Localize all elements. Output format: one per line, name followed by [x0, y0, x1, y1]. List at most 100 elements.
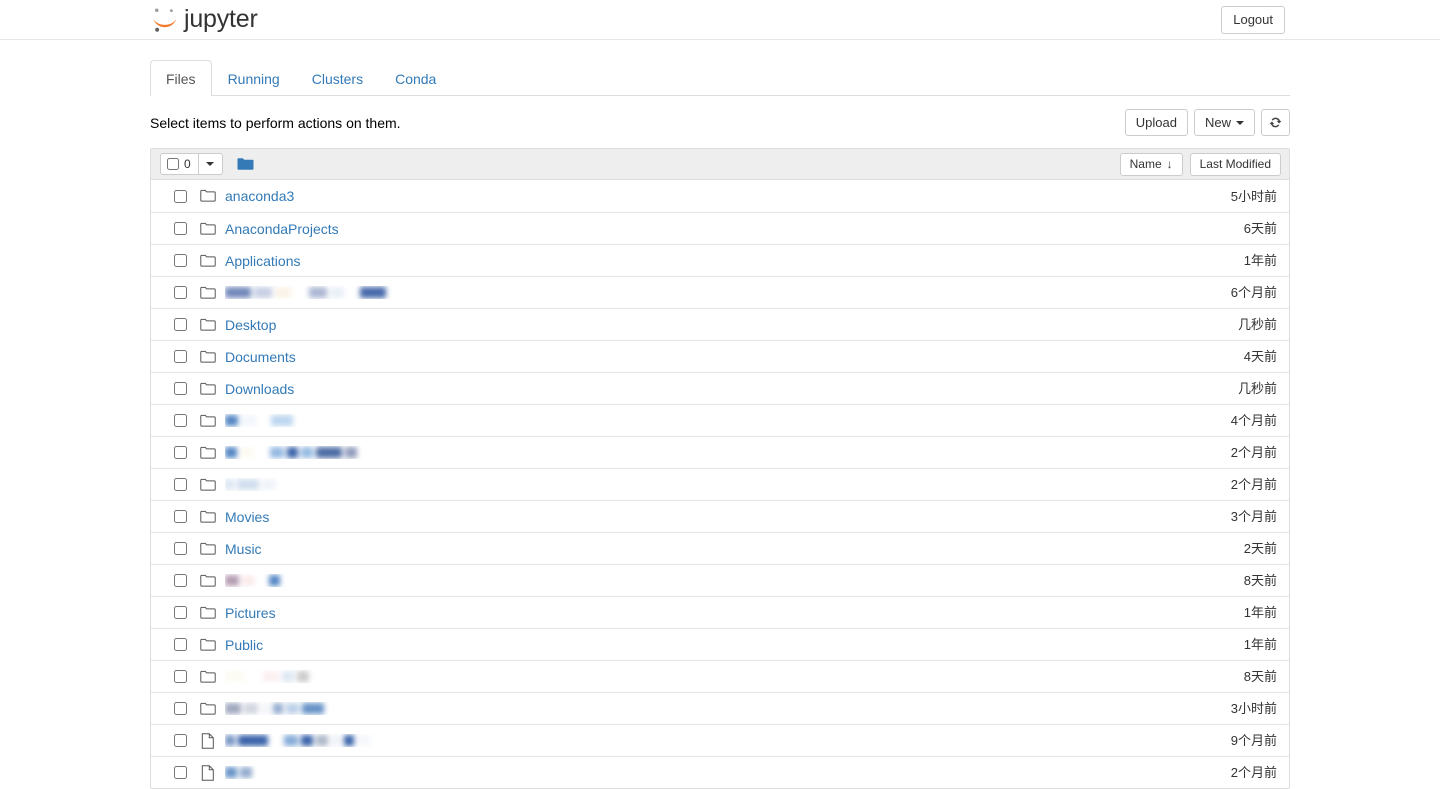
- row-checkbox[interactable]: [174, 189, 187, 203]
- table-row[interactable]: Documents 4天前: [151, 340, 1289, 372]
- page-container: Files Running Clusters Conda Select items t…: [150, 40, 1290, 789]
- item-name-redacted[interactable]: [225, 414, 1231, 427]
- row-checkbox[interactable]: [174, 670, 187, 683]
- item-name-link[interactable]: Music: [225, 540, 1244, 558]
- table-row[interactable]: AnacondaProjects 6天前: [151, 212, 1289, 244]
- table-row[interactable]: 8天前: [151, 564, 1289, 596]
- table-row[interactable]: Desktop 几秒前: [151, 308, 1289, 340]
- folder-icon: [200, 221, 216, 237]
- table-row[interactable]: anaconda3 5小时前: [151, 180, 1289, 212]
- table-row[interactable]: Public 1年前: [151, 628, 1289, 660]
- row-checkbox[interactable]: [174, 222, 187, 235]
- item-name-link[interactable]: Movies: [225, 508, 1231, 526]
- item-name-redacted[interactable]: [225, 702, 1231, 715]
- tab-clusters[interactable]: Clusters: [296, 60, 379, 96]
- row-checkbox[interactable]: [174, 734, 187, 747]
- item-modified-time: 2天前: [1243, 541, 1277, 556]
- item-name-redacted[interactable]: [225, 734, 1231, 747]
- row-checkbox[interactable]: [174, 510, 187, 523]
- folder-icon: [200, 541, 216, 557]
- sort-by-name-button[interactable]: Name ↓: [1119, 152, 1183, 176]
- tab-conda[interactable]: Conda: [379, 60, 452, 96]
- item-name-redacted[interactable]: [225, 766, 1231, 779]
- row-checkbox[interactable]: [174, 606, 187, 619]
- refresh-icon: [1269, 117, 1282, 128]
- item-name-link[interactable]: AnacondaProjects: [225, 220, 1244, 238]
- folder-icon[interactable]: [237, 157, 254, 171]
- redaction-blur: [225, 286, 1231, 299]
- upload-button[interactable]: Upload: [1124, 109, 1188, 136]
- table-row[interactable]: 2个月前: [151, 756, 1289, 788]
- new-button[interactable]: New: [1193, 109, 1255, 136]
- item-name-link[interactable]: anaconda3: [225, 187, 1231, 205]
- item-name-redacted[interactable]: [225, 478, 1231, 491]
- table-row[interactable]: Music 2天前: [151, 532, 1289, 564]
- item-name-link[interactable]: Applications: [225, 252, 1244, 270]
- table-row[interactable]: 2个月前: [151, 468, 1289, 500]
- item-modified-time: 5小时前: [1230, 188, 1277, 204]
- folder-icon: [200, 638, 216, 651]
- row-checkbox[interactable]: [174, 638, 187, 651]
- row-checkbox[interactable]: [174, 702, 187, 715]
- item-modified-time: 2个月前: [1230, 445, 1277, 460]
- item-name-redacted[interactable]: [225, 670, 1244, 683]
- sort-by-modified-button[interactable]: Last Modified: [1189, 152, 1281, 176]
- select-all-checkbox[interactable]: [167, 158, 179, 170]
- table-row[interactable]: 3小时前: [151, 692, 1289, 724]
- item-name-link[interactable]: Public: [225, 636, 1244, 654]
- folder-icon: [200, 510, 216, 523]
- jupyter-logo-icon: [153, 8, 177, 32]
- folder-icon: [200, 349, 216, 365]
- folder-icon: [200, 446, 216, 459]
- brand[interactable]: jupyter: [150, 1, 258, 39]
- tab-files[interactable]: Files: [150, 60, 212, 96]
- item-name-link[interactable]: Pictures: [225, 604, 1244, 622]
- item-name-link[interactable]: Desktop: [225, 316, 1238, 334]
- main-tabs: Files Running Clusters Conda: [150, 60, 1290, 96]
- item-name-link[interactable]: Downloads: [225, 380, 1238, 398]
- table-row[interactable]: Pictures 1年前: [151, 596, 1289, 628]
- item-modified-time: 4个月前: [1230, 413, 1277, 428]
- item-modified-time: 1年前: [1243, 605, 1277, 620]
- row-checkbox[interactable]: [174, 350, 187, 363]
- folder-icon: [200, 701, 216, 717]
- row-checkbox[interactable]: [174, 542, 187, 555]
- chevron-down-icon: [1236, 120, 1244, 125]
- select-all-dropdown-button[interactable]: [198, 153, 223, 175]
- row-checkbox[interactable]: [174, 574, 187, 587]
- row-checkbox[interactable]: [174, 286, 187, 299]
- item-modified-time: 8天前: [1243, 669, 1277, 684]
- folder-icon: [200, 317, 216, 333]
- item-modified-time: 几秒前: [1237, 381, 1277, 396]
- row-checkbox[interactable]: [174, 478, 187, 491]
- item-modified-time: 2个月前: [1230, 477, 1277, 492]
- logout-button[interactable]: Logout: [1221, 6, 1285, 34]
- row-checkbox[interactable]: [174, 318, 187, 331]
- row-checkbox[interactable]: [174, 446, 187, 459]
- item-name-redacted[interactable]: [225, 574, 1244, 587]
- item-modified-time: 几秒前: [1237, 317, 1277, 332]
- folder-icon: [200, 381, 216, 397]
- row-checkbox[interactable]: [174, 766, 187, 779]
- table-row[interactable]: 6个月前: [151, 276, 1289, 308]
- table-row[interactable]: 2个月前: [151, 436, 1289, 468]
- table-row[interactable]: 4个月前: [151, 404, 1289, 436]
- table-row[interactable]: Downloads 几秒前: [151, 372, 1289, 404]
- row-checkbox[interactable]: [174, 254, 187, 267]
- table-row[interactable]: Movies 3个月前: [151, 500, 1289, 532]
- file-list-header: 0 Name ↓ Last Modified: [151, 149, 1289, 180]
- item-name-redacted[interactable]: [225, 446, 1231, 459]
- item-name-link[interactable]: Documents: [225, 348, 1244, 366]
- table-row[interactable]: Applications 1年前: [151, 244, 1289, 276]
- redaction-blur: [225, 446, 1231, 459]
- table-row[interactable]: 8天前: [151, 660, 1289, 692]
- table-row[interactable]: 9个月前: [151, 724, 1289, 756]
- select-all-box[interactable]: 0: [160, 153, 199, 175]
- refresh-button[interactable]: [1261, 109, 1290, 136]
- row-checkbox[interactable]: [174, 414, 187, 427]
- row-checkbox[interactable]: [174, 382, 187, 395]
- file-list: 0 Name ↓ Last Modified anaconda3 5小时前 Ana: [150, 148, 1290, 789]
- tab-running[interactable]: Running: [212, 60, 296, 96]
- item-name-redacted[interactable]: [225, 286, 1231, 299]
- folder-icon: [200, 286, 216, 299]
